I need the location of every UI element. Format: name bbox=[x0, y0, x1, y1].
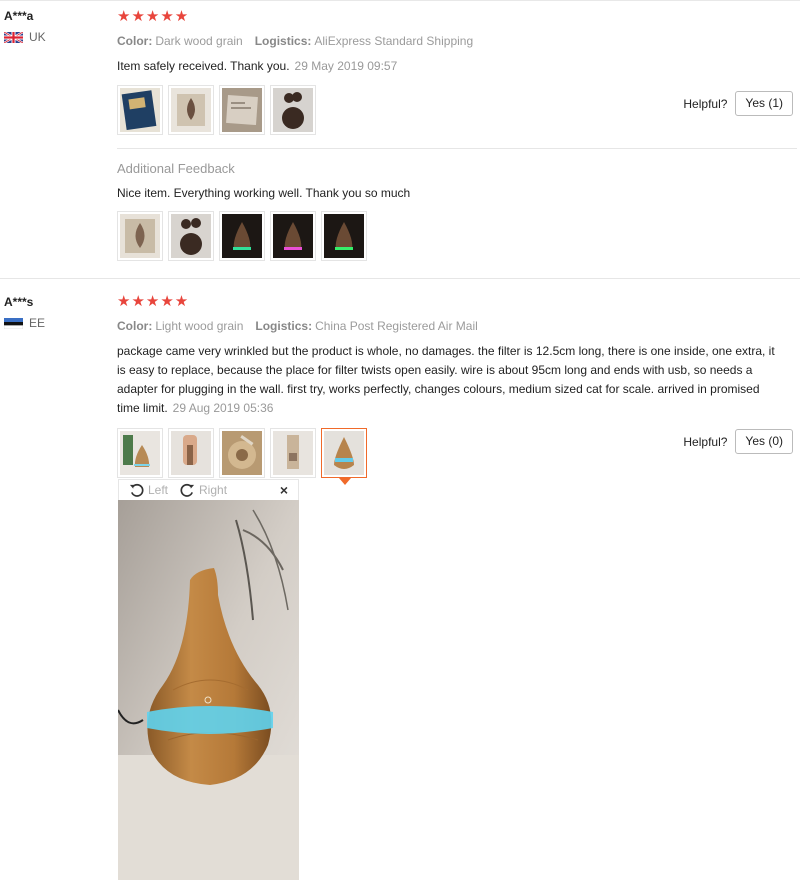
review-meta: Color: Dark wood grain Logistics: AliExpres… bbox=[117, 33, 797, 49]
reviewer-name: A***a bbox=[4, 9, 34, 23]
photo-manual bbox=[222, 88, 262, 132]
ee-flag-icon bbox=[4, 317, 23, 329]
review-text-line: package came very wrinkled but the produ… bbox=[117, 342, 777, 418]
additional-feedback-title: Additional Feedback bbox=[117, 161, 235, 176]
rotate-right-icon bbox=[180, 483, 195, 497]
review-separator bbox=[0, 278, 800, 279]
rotate-left-label: Left bbox=[148, 483, 169, 497]
review-content: ★★★★★ Color: Dark wood grain Logistics: Ali… bbox=[117, 8, 797, 261]
uk-flag-icon bbox=[4, 31, 23, 43]
photo-top-view bbox=[222, 431, 262, 475]
logistics-label: Logistics: bbox=[254, 34, 312, 48]
reviewer-info: A***a UK bbox=[4, 8, 46, 44]
review-photo-thumbnail[interactable] bbox=[270, 428, 316, 478]
helpful-label: Helpful? bbox=[683, 96, 728, 111]
review-photo-thumbnail[interactable] bbox=[321, 211, 367, 261]
photo-humidifier-blue-glow bbox=[324, 431, 364, 475]
review-photo-thumbnail[interactable] bbox=[219, 428, 265, 478]
review-photo-thumbnail[interactable] bbox=[117, 211, 163, 261]
photo-package-blue bbox=[120, 88, 160, 132]
photo-box bbox=[171, 88, 211, 132]
image-viewer-toolbar: Left Right × bbox=[118, 479, 299, 500]
rotate-left-button[interactable]: Left bbox=[129, 483, 168, 498]
photo-humidifier-dark bbox=[273, 88, 313, 132]
review-date: 29 May 2019 09:57 bbox=[294, 59, 398, 73]
reviewer-country: UK bbox=[4, 30, 46, 44]
logistics-label: Logistics: bbox=[255, 319, 313, 333]
star-rating: ★★★★★ bbox=[117, 8, 190, 25]
image-viewer: Left Right × bbox=[118, 479, 299, 880]
review-photo-thumbnail[interactable] bbox=[270, 85, 316, 135]
photo-humidifier-dark bbox=[171, 214, 211, 258]
rotate-right-button[interactable]: Right bbox=[180, 483, 227, 498]
additional-feedback-text: Nice item. Everything working well. Than… bbox=[117, 186, 411, 200]
reviewer-country: EE bbox=[4, 316, 45, 330]
rotate-left-icon bbox=[129, 483, 144, 497]
color-value: Light wood grain bbox=[155, 319, 244, 333]
color-label: Color: bbox=[117, 319, 153, 333]
photo-hand-filter bbox=[171, 431, 211, 475]
country-code: UK bbox=[29, 30, 46, 44]
review-text: Item safely received. Thank you. bbox=[117, 59, 290, 73]
helpful-section: Helpful? Yes (0) bbox=[683, 429, 793, 454]
star-rating: ★★★★★ bbox=[117, 293, 190, 310]
photo-humidifier-pink-glow bbox=[273, 214, 313, 258]
color-label: Color: bbox=[117, 34, 153, 48]
review-photo-thumbnail[interactable] bbox=[270, 211, 316, 261]
helpful-section: Helpful? Yes (1) bbox=[683, 91, 793, 116]
helpful-yes-button[interactable]: Yes (0) bbox=[735, 429, 793, 454]
review-text-line: Item safely received. Thank you. 29 May 2… bbox=[117, 57, 797, 76]
photo-product-side bbox=[273, 431, 313, 475]
close-icon[interactable]: × bbox=[280, 482, 288, 498]
review-photo-thumbnail-selected[interactable] bbox=[321, 428, 367, 485]
photo-humidifier-green-glow bbox=[222, 214, 262, 258]
logistics-value: AliExpress Standard Shipping bbox=[314, 34, 474, 48]
rotate-right-label: Right bbox=[199, 483, 228, 497]
review-photo-thumbnail[interactable] bbox=[168, 85, 214, 135]
review-photo-thumbnail[interactable] bbox=[117, 85, 163, 135]
color-value: Dark wood grain bbox=[155, 34, 243, 48]
review-photo-thumbnail[interactable] bbox=[117, 428, 163, 478]
top-divider bbox=[0, 0, 800, 1]
helpful-yes-button[interactable]: Yes (1) bbox=[735, 91, 793, 116]
review-photo-thumbnail[interactable] bbox=[168, 211, 214, 261]
photo-box bbox=[120, 214, 160, 258]
review-date: 29 Aug 2019 05:36 bbox=[172, 401, 274, 415]
photo-product-room bbox=[120, 431, 160, 475]
reviewer-info: A***s EE bbox=[4, 294, 45, 330]
enlarged-review-photo bbox=[118, 500, 299, 880]
logistics-value: China Post Registered Air Mail bbox=[315, 319, 478, 333]
photo-humidifier-green-glow bbox=[324, 214, 364, 258]
helpful-label: Helpful? bbox=[683, 434, 728, 449]
review-meta: Color: Light wood grain Logistics: China Po… bbox=[117, 318, 797, 334]
review-photo-thumbnail[interactable] bbox=[168, 428, 214, 478]
review-photo-thumbnail[interactable] bbox=[219, 85, 265, 135]
country-code: EE bbox=[29, 316, 46, 330]
review-divider bbox=[117, 148, 797, 149]
additional-photos bbox=[117, 211, 797, 261]
review-photo-thumbnail[interactable] bbox=[219, 211, 265, 261]
reviewer-name: A***s bbox=[4, 295, 34, 309]
